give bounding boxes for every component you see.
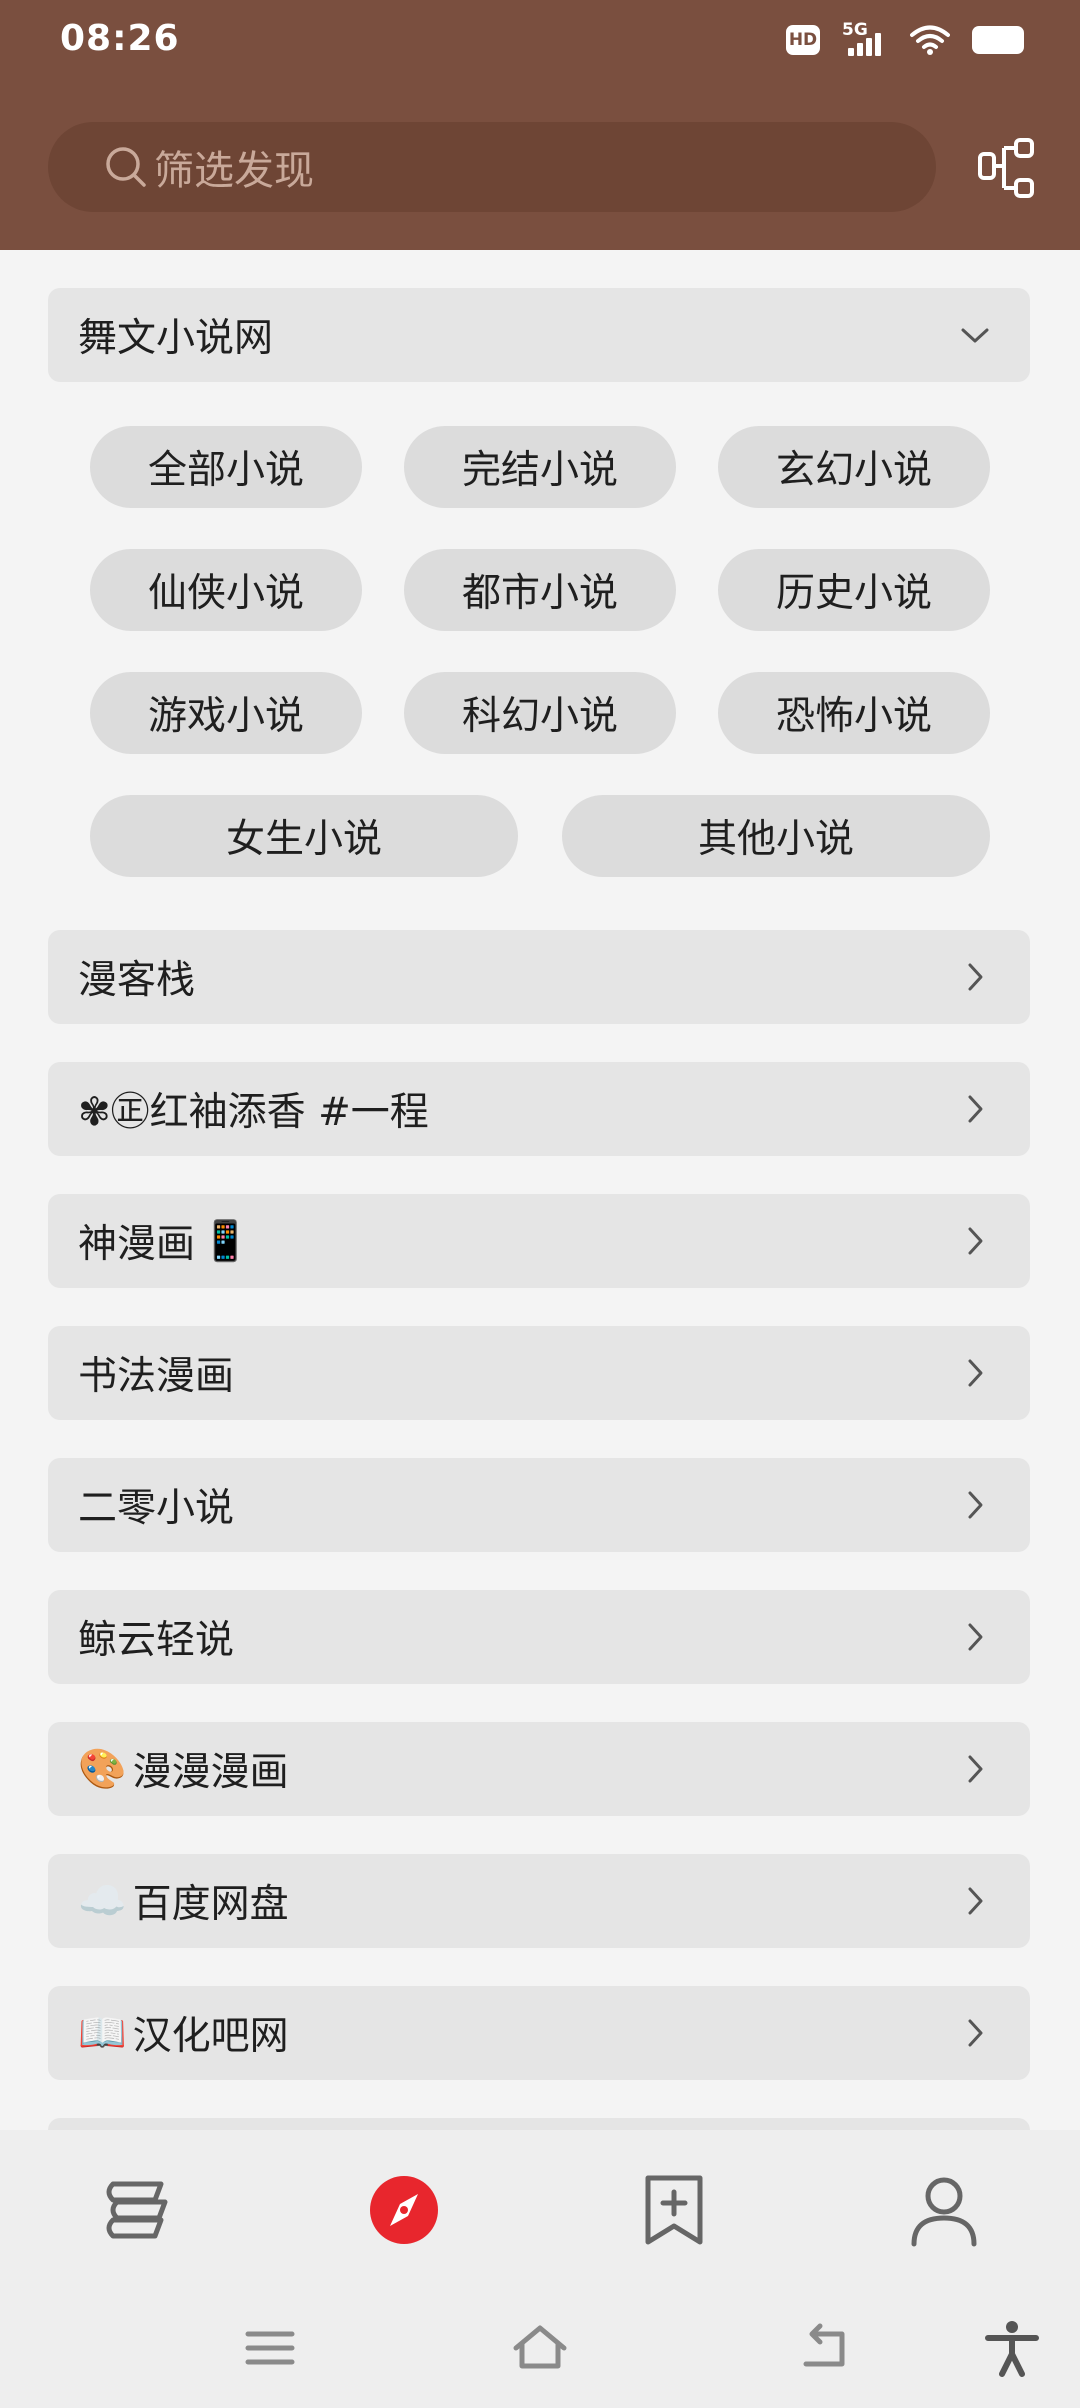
phone-emoji-icon: 📱 bbox=[201, 1219, 250, 1264]
chevron-right-icon bbox=[968, 1887, 983, 1915]
source-row[interactable]: 漫客栈 bbox=[48, 930, 1030, 1024]
chevron-right-icon bbox=[968, 1227, 983, 1255]
home-icon[interactable] bbox=[510, 2318, 570, 2378]
chevron-right-icon bbox=[968, 2019, 983, 2047]
search-icon bbox=[106, 147, 146, 187]
search-input[interactable]: 筛选发现 bbox=[48, 122, 936, 212]
accessibility-icon[interactable] bbox=[982, 2318, 1042, 2378]
category-chip[interactable]: 都市小说 bbox=[404, 549, 676, 631]
explore-compass-icon[interactable] bbox=[364, 2170, 444, 2250]
back-icon[interactable] bbox=[796, 2318, 856, 2378]
expanded-source-row[interactable]: 舞文小说网 bbox=[48, 288, 1030, 382]
source-row[interactable]: ☁️ 百度网盘 bbox=[48, 1854, 1030, 1948]
category-chip[interactable]: 完结小说 bbox=[404, 426, 676, 508]
category-chip[interactable]: 女生小说 bbox=[90, 795, 518, 877]
person-icon[interactable] bbox=[904, 2170, 984, 2250]
source-title: 二零小说 bbox=[78, 1486, 235, 1531]
chevron-right-icon bbox=[968, 1491, 983, 1519]
category-chip[interactable]: 恐怖小说 bbox=[718, 672, 990, 754]
source-row[interactable]: ✾㊣红袖添香 #一程 bbox=[48, 1062, 1030, 1156]
source-row[interactable]: 鲸云轻说 bbox=[48, 1590, 1030, 1684]
chevron-down-icon bbox=[961, 328, 989, 343]
category-chip[interactable]: 其他小说 bbox=[562, 795, 990, 877]
status-bar: 08:26 HD 5G bbox=[0, 0, 1080, 80]
cellular-signal-icon: 5G bbox=[842, 20, 888, 58]
book-emoji-icon: 📖 bbox=[78, 2011, 127, 2056]
chevron-right-icon bbox=[968, 963, 983, 991]
source-row[interactable]: 书法漫画 bbox=[48, 1326, 1030, 1420]
chevron-right-icon bbox=[968, 1755, 983, 1783]
category-chip[interactable]: 仙侠小说 bbox=[90, 549, 362, 631]
chevron-right-icon bbox=[968, 1623, 983, 1651]
category-chip[interactable]: 玄幻小说 bbox=[718, 426, 990, 508]
source-title: 汉化吧网 bbox=[132, 2014, 289, 2059]
status-icons: HD 5G bbox=[786, 20, 1024, 58]
chevron-right-icon bbox=[968, 1359, 983, 1387]
source-title: ✾㊣红袖添香 #一程 bbox=[78, 1090, 429, 1135]
source-title: 神漫画 bbox=[78, 1222, 196, 1267]
source-title: 漫漫漫画 bbox=[132, 1750, 289, 1795]
top-app-bar: 08:26 HD 5G 筛选发现 bbox=[0, 0, 1080, 250]
source-row[interactable]: 神漫画 📱 bbox=[48, 1194, 1030, 1288]
system-navigation-bar bbox=[0, 2290, 1080, 2408]
battery-icon bbox=[972, 26, 1024, 54]
hd-icon: HD bbox=[786, 25, 820, 55]
status-time: 08:26 bbox=[60, 18, 180, 59]
bottom-navigation bbox=[0, 2130, 1080, 2290]
category-chip[interactable]: 全部小说 bbox=[90, 426, 362, 508]
search-placeholder: 筛选发现 bbox=[154, 148, 314, 194]
bookmark-add-icon[interactable] bbox=[634, 2170, 714, 2250]
source-title: 百度网盘 bbox=[132, 1882, 289, 1927]
source-row[interactable]: 二零小说 bbox=[48, 1458, 1030, 1552]
source-row-partial[interactable] bbox=[48, 2118, 1030, 2130]
chevron-right-icon bbox=[968, 1095, 983, 1123]
network-type-label: 5G bbox=[842, 20, 868, 40]
category-chip[interactable]: 历史小说 bbox=[718, 549, 990, 631]
source-title: 舞文小说网 bbox=[78, 316, 274, 361]
bookshelf-icon[interactable] bbox=[95, 2170, 175, 2250]
explore-list: 舞文小说网 全部小说 完结小说 玄幻小说 仙侠小说 都市小说 历史小说 游戏小说… bbox=[0, 250, 1080, 2130]
source-manage-icon[interactable] bbox=[976, 136, 1040, 200]
category-chip[interactable]: 科幻小说 bbox=[404, 672, 676, 754]
source-title: 书法漫画 bbox=[78, 1354, 235, 1399]
source-title: 鲸云轻说 bbox=[78, 1618, 235, 1663]
source-row[interactable]: 🎨 漫漫漫画 bbox=[48, 1722, 1030, 1816]
menu-icon[interactable] bbox=[240, 2318, 300, 2378]
source-title: 漫客栈 bbox=[78, 958, 196, 1003]
wifi-icon bbox=[910, 25, 950, 55]
palette-emoji-icon: 🎨 bbox=[78, 1747, 127, 1792]
cloud-emoji-icon: ☁️ bbox=[78, 1879, 127, 1924]
source-row[interactable]: 📖 汉化吧网 bbox=[48, 1986, 1030, 2080]
category-chip[interactable]: 游戏小说 bbox=[90, 672, 362, 754]
